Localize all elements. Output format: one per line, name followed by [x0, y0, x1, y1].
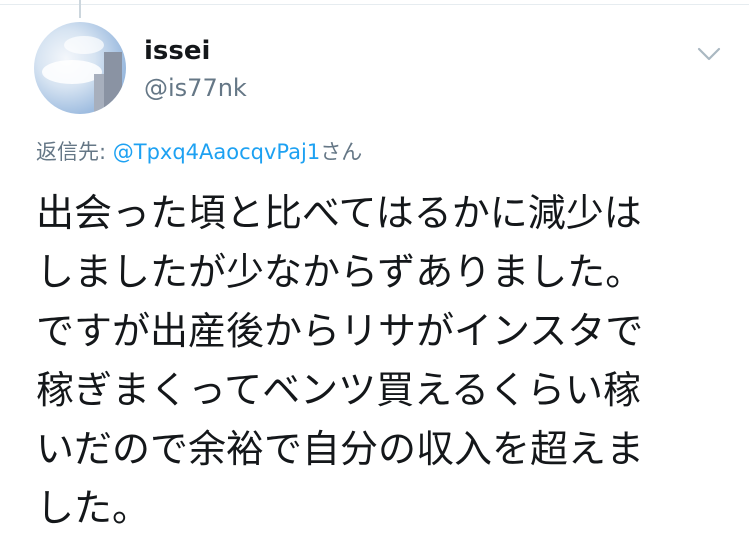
tweet-text: 出会った頃と比べてはるかに減少は しましたが少なからずありました。 ですが出産後… — [36, 184, 736, 538]
reply-suffix: さん — [320, 140, 363, 164]
avatar[interactable] — [34, 22, 126, 114]
reply-context: 返信先: @Tpxq4AaocqvPaj1さん — [36, 142, 362, 163]
tweet-text-line: いだので余裕で自分の収入を超えま — [36, 427, 645, 471]
thread-connector — [79, 0, 81, 18]
display-name[interactable]: issei — [144, 38, 210, 64]
tweet-text-line: しましたが少なからずありました。 — [36, 250, 644, 294]
reply-mention-link[interactable]: @Tpxq4AaocqvPaj1 — [113, 140, 320, 164]
tweet-text-line: 出会った頃と比べてはるかに減少は — [36, 191, 642, 235]
tweet-text-line: した。 — [36, 486, 151, 530]
user-handle[interactable]: @is77nk — [144, 76, 247, 100]
chevron-down-icon[interactable] — [695, 44, 723, 64]
reply-prefix: 返信先: — [36, 140, 113, 164]
tweet-text-line: ですが出産後からリサがインスタで — [36, 309, 644, 353]
top-divider — [0, 4, 749, 5]
tweet-text-line: 稼ぎまくってベンツ買えるくらい稼 — [36, 368, 641, 412]
